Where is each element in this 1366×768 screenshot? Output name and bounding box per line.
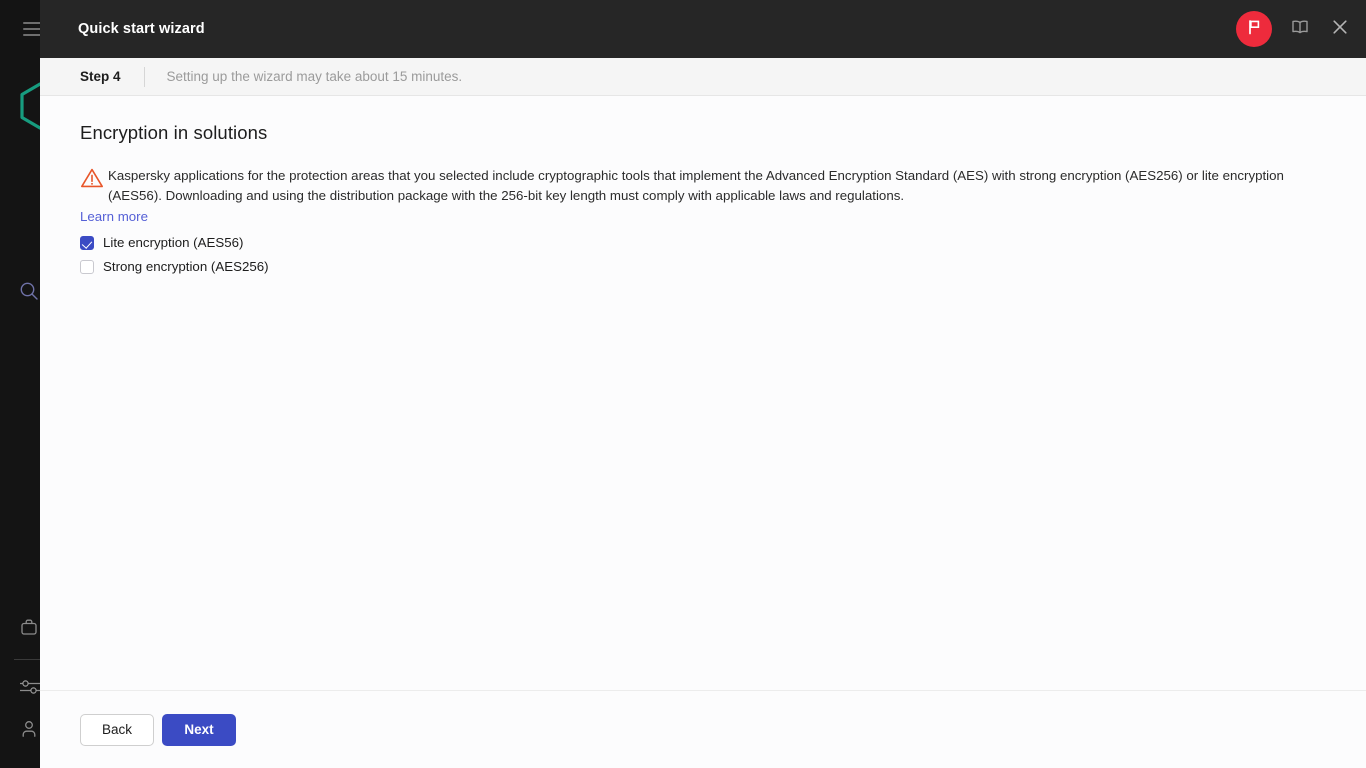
flag-icon [1245,18,1263,41]
kaspersky-hexagon-logo-icon [18,82,40,130]
sidebar-item-assets[interactable] [18,612,40,642]
sidebar-divider [14,659,40,660]
hamburger-line [23,28,40,30]
warning-notice-text: Kaspersky applications for the protectio… [108,168,1284,203]
step-number-label: Step 4 [80,69,121,84]
hamburger-menu-icon[interactable] [23,22,40,36]
step-separator [143,66,145,87]
help-documentation-button[interactable] [1288,17,1312,41]
briefcase-icon [18,616,40,638]
step-hint-text: Setting up the wizard may take about 15 … [166,69,463,84]
notifications-flag-badge[interactable] [1236,11,1272,47]
application-window: Quick start wizard Step 4 Setting up the… [0,0,1366,768]
option-label: Strong encryption (AES256) [103,259,269,274]
sidebar-item-settings[interactable] [18,672,40,702]
hamburger-line [23,34,40,36]
encryption-option-list: Lite encryption (AES56) Strong encryptio… [80,231,1326,279]
close-window-button[interactable] [1328,17,1352,41]
warning-triangle-icon [80,167,108,193]
option-strong-encryption[interactable]: Strong encryption (AES256) [80,255,269,279]
warning-notice: Kaspersky applications for the protectio… [80,166,1326,206]
wizard-titlebar: Quick start wizard [40,0,1366,58]
page-title: Encryption in solutions [80,122,268,143]
user-icon [18,718,40,740]
sidebar-item-search[interactable] [18,276,40,306]
search-icon [18,280,40,302]
wizard-body: Encryption in solutions Kaspersky applic… [40,96,1366,690]
option-label: Lite encryption (AES56) [103,235,244,250]
wizard-footer: Back Next [40,690,1366,768]
learn-more-link[interactable]: Learn more [80,207,148,227]
back-button[interactable]: Back [80,713,154,746]
wizard-step-bar: Step 4 Setting up the wizard may take ab… [40,58,1366,96]
close-icon [1331,18,1349,41]
checkbox-lite-encryption[interactable] [80,236,94,250]
next-button[interactable]: Next [162,713,236,746]
wizard-pane: Quick start wizard Step 4 Setting up the… [40,0,1366,768]
book-icon [1290,17,1310,42]
sliders-icon [18,676,40,698]
option-lite-encryption[interactable]: Lite encryption (AES56) [80,231,243,255]
checkbox-strong-encryption[interactable] [80,260,94,274]
titlebar-actions [1236,11,1352,47]
left-sidebar [0,0,40,768]
sidebar-item-account[interactable] [18,714,40,744]
window-title: Quick start wizard [78,21,205,37]
hamburger-line [23,22,40,24]
